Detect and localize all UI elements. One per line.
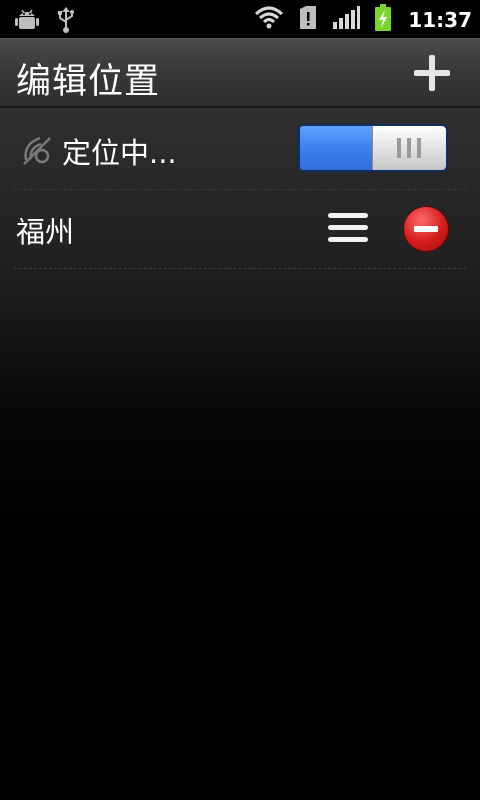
signal-icon <box>332 5 361 35</box>
android-debug-icon <box>14 7 40 37</box>
list-item[interactable]: 福州 <box>14 191 466 269</box>
wifi-icon <box>254 5 284 35</box>
toggle-on-track <box>300 126 372 170</box>
locating-label: 定位中... <box>62 136 177 170</box>
status-time: 11:37 <box>408 8 472 32</box>
auto-locate-toggle[interactable] <box>298 124 448 172</box>
status-bar: 11:37 <box>0 0 480 38</box>
city-label: 福州 <box>16 215 75 249</box>
sd-card-alert-icon <box>298 5 318 35</box>
drag-handle-icon[interactable] <box>328 212 368 244</box>
title-bar: 编辑位置 <box>0 38 480 108</box>
toggle-knob[interactable] <box>372 126 446 170</box>
location-searching-icon <box>20 134 54 168</box>
remove-icon <box>414 226 438 232</box>
battery-charging-icon <box>374 4 392 36</box>
plus-icon <box>414 55 450 91</box>
add-location-button[interactable] <box>412 53 452 93</box>
remove-city-button[interactable] <box>404 207 448 251</box>
toggle-grip-icon <box>397 138 421 158</box>
status-bar-left <box>14 6 76 38</box>
locating-row: 定位中... <box>14 110 466 190</box>
status-bar-right: 11:37 <box>254 4 472 36</box>
usb-icon <box>56 6 76 38</box>
page-title: 编辑位置 <box>16 62 161 102</box>
